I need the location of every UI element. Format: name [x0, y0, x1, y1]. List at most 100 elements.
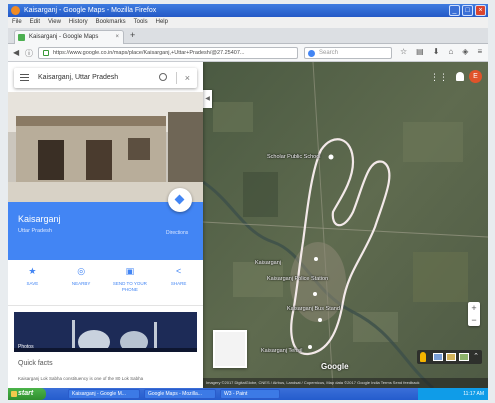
navigation-bar: ◀ ⓘ https://www.google.co.in/maps/place/… [8, 44, 488, 62]
minimize-button[interactable]: _ [449, 5, 460, 16]
photos-label: Photos [18, 344, 34, 350]
notifications-bell-icon[interactable] [456, 72, 464, 81]
house-photo-image [8, 92, 203, 202]
nearby-label: NEARBY [71, 281, 91, 286]
place-title: Kaisarganj [18, 214, 61, 224]
page-content: Scholar Public School Kaisarganj Kaisarg… [8, 62, 488, 388]
close-window-button[interactable]: × [475, 5, 486, 16]
menu-help[interactable]: Help [156, 17, 168, 28]
clear-search-icon[interactable]: × [185, 68, 190, 88]
map-attribution: Imagery ©2017 DigitalGlobe, CNES / Airbu… [203, 378, 488, 388]
place-subtitle: Uttar Pradesh [18, 228, 52, 234]
quick-facts-heading: Quick facts [18, 360, 53, 367]
pegman-icon[interactable] [420, 352, 426, 362]
google-search-engine-icon [308, 50, 315, 57]
place-photo[interactable] [8, 92, 203, 202]
zoom-controls: + − [468, 302, 480, 326]
menu-bookmarks[interactable]: Bookmarks [96, 17, 126, 28]
imagery-thumb-3[interactable] [459, 353, 469, 361]
map-label-police-station[interactable]: Kaisarganj Police Station [267, 276, 328, 282]
quick-facts-text: Kaisarganj Lok Sabha constituency is one… [18, 376, 144, 381]
star-icon: ★ [28, 266, 37, 276]
imagery-thumb-1[interactable] [433, 353, 443, 361]
satellite-map[interactable]: Scholar Public School Kaisarganj Kaisarg… [203, 62, 488, 388]
pocket-icon[interactable]: ◈ [462, 47, 468, 56]
window-title: Kaisarganj - Google Maps - Mozilla Firef… [24, 7, 157, 14]
browser-search-input[interactable]: Search [304, 47, 392, 59]
share-icon: < [175, 266, 182, 276]
save-label: SAVE [26, 281, 39, 286]
collapse-panel-icon[interactable]: ◀ [203, 90, 212, 108]
map-label-tehsil[interactable]: Kaisarganj Tehsil [261, 348, 302, 354]
bookmark-star-icon[interactable]: ☆ [400, 47, 407, 56]
taskbar-item-3[interactable]: W3 - Paint [220, 389, 280, 399]
taskbar-item-1[interactable]: Kaisarganj - Google M... [68, 389, 140, 399]
place-actions: ★ SAVE ◎ NEARBY ▣ SEND TO YOUR PHONE < S… [8, 260, 203, 306]
window-controls: _ □ × [449, 5, 486, 16]
map-label-kaisarganj[interactable]: Kaisarganj [255, 260, 281, 266]
url-text: https://www.google.co.in/maps/place/Kais… [53, 50, 245, 56]
clock[interactable]: 11:17 AM [463, 391, 484, 397]
maps-favicon-icon [18, 34, 25, 41]
maps-search-box[interactable]: Kaisarganj, Uttar Pradesh × [14, 68, 197, 88]
mosque-photo-image [14, 312, 197, 352]
apps-grid-icon[interactable]: ⋮⋮ [430, 72, 448, 83]
photos-strip[interactable]: Photos [14, 312, 197, 352]
tab-google-maps[interactable]: Kaisarganj - Google Maps × [14, 30, 124, 44]
maps-search-input[interactable]: Kaisarganj, Uttar Pradesh [38, 68, 118, 88]
street-view-bar: ⌃ [417, 350, 482, 364]
save-button[interactable]: ★ SAVE [8, 260, 57, 305]
place-header: Kaisarganj Uttar Pradesh Directions [8, 188, 203, 260]
tab-bar: Kaisarganj - Google Maps × + [8, 28, 488, 44]
map-label-bus-stand[interactable]: Kaisarganj Bus Stand [287, 306, 340, 312]
taskbar-item-2[interactable]: Google Maps - Mozilla... [144, 389, 216, 399]
toolbar-icons: ☆ ▤ ⬇ ⌂ ◈ ≡ [400, 47, 482, 56]
nearby-button[interactable]: ◎ NEARBY [57, 260, 106, 305]
reading-list-icon[interactable]: ▤ [416, 47, 424, 56]
home-icon[interactable]: ⌂ [448, 47, 453, 56]
back-arrow-icon[interactable]: ◀ [13, 48, 19, 57]
menu-file[interactable]: File [12, 17, 22, 28]
lock-icon [43, 50, 49, 56]
tab-title: Kaisarganj - Google Maps [29, 34, 99, 40]
menu-hamburger-icon[interactable]: ≡ [477, 47, 482, 56]
zoom-in-button[interactable]: + [468, 302, 480, 314]
imagery-thumb-2[interactable] [446, 353, 456, 361]
firefox-icon [11, 6, 20, 15]
info-icon[interactable]: ⓘ [25, 48, 33, 59]
map-label-school[interactable]: Scholar Public School [267, 154, 321, 160]
menu-tools[interactable]: Tools [134, 17, 148, 28]
menu-icon[interactable] [20, 74, 29, 81]
send-to-phone-button[interactable]: ▣ SEND TO YOUR PHONE [106, 260, 155, 305]
nearby-icon: ◎ [77, 266, 86, 276]
tab-close-icon[interactable]: × [115, 31, 119, 44]
maximize-button[interactable]: □ [462, 5, 473, 16]
expand-chevron-icon[interactable]: ⌃ [473, 352, 479, 360]
phone-icon: ▣ [125, 266, 135, 276]
screen-frame: Kaisarganj - Google Maps - Mozilla Firef… [0, 0, 495, 403]
directions-label: Directions [166, 230, 189, 236]
download-icon[interactable]: ⬇ [433, 47, 440, 56]
menu-bar: File Edit View History Bookmarks Tools H… [8, 17, 488, 28]
window-titlebar: Kaisarganj - Google Maps - Mozilla Firef… [8, 4, 488, 17]
menu-edit[interactable]: Edit [30, 17, 40, 28]
map-view-toggle[interactable] [213, 330, 247, 368]
zoom-out-button[interactable]: − [468, 314, 480, 326]
url-bar[interactable]: https://www.google.co.in/maps/place/Kais… [38, 47, 298, 59]
search-placeholder: Search [319, 50, 339, 56]
share-button[interactable]: < SHARE [154, 260, 203, 305]
start-button[interactable]: start [8, 388, 46, 400]
menu-history[interactable]: History [69, 17, 88, 28]
new-tab-button[interactable]: + [130, 30, 135, 40]
share-label: SHARE [170, 281, 187, 286]
directions-button[interactable] [168, 188, 192, 212]
divider [176, 72, 177, 84]
google-logo: Google [321, 362, 349, 371]
send-to-phone-label: SEND TO YOUR PHONE [112, 281, 147, 292]
search-icon[interactable] [159, 73, 167, 81]
system-tray: 11:17 AM [418, 388, 488, 400]
place-panel: Kaisarganj, Uttar Pradesh × Kaisarganj U… [8, 62, 203, 388]
windows-taskbar: start Kaisarganj - Google M... Google Ma… [8, 388, 488, 400]
menu-view[interactable]: View [48, 17, 61, 28]
account-avatar[interactable]: E [469, 70, 482, 83]
